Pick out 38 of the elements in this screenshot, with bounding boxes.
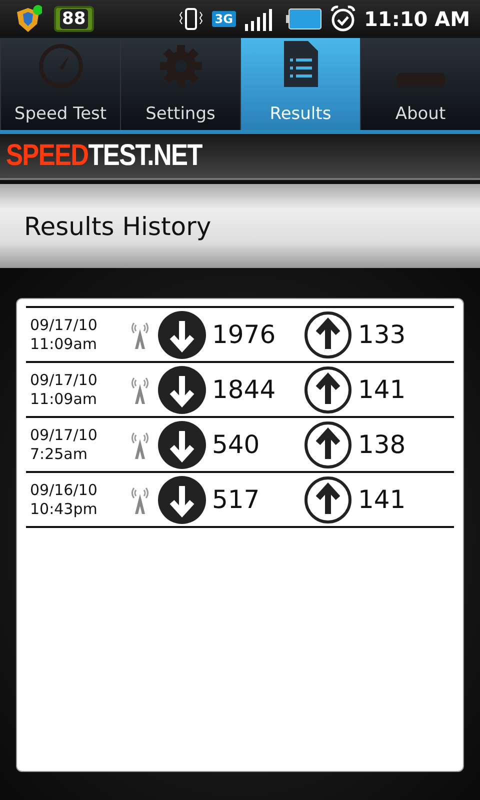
result-row[interactable]: 09/16/10 10:43pm 517 141	[26, 471, 454, 528]
upload-icon	[304, 310, 352, 358]
battery-icon	[286, 8, 322, 30]
section-title: Results History	[24, 212, 212, 240]
download-speed: 517	[212, 485, 261, 514]
upload-icon	[304, 420, 352, 468]
date-time: 09/17/10 7:25am	[29, 426, 98, 464]
result-row[interactable]: 09/17/10 11:09am 1844 141	[26, 361, 454, 416]
upload-speed: 133	[358, 320, 407, 349]
download-speed: 1976	[212, 320, 277, 349]
result-row[interactable]: 09/17/10 7:25am 540 138	[26, 416, 454, 471]
upload-speed: 141	[358, 375, 407, 404]
date-time: 09/17/10 11:09am	[29, 370, 98, 408]
upload-speed: 138	[358, 430, 407, 459]
upload-icon	[304, 366, 352, 414]
tab[interactable]: Settings	[120, 38, 240, 130]
network-type-indicator: 3G	[212, 11, 236, 27]
download-speed: 540	[212, 430, 261, 459]
brand-logo: SPEEDTEST.NET	[6, 139, 202, 173]
date-time: 09/17/10 11:09am	[29, 316, 98, 354]
app-badge[interactable]: 88	[54, 6, 94, 32]
vibrate-icon	[178, 6, 204, 32]
tab[interactable]: Speed Test	[0, 38, 120, 130]
download-icon	[158, 476, 206, 524]
upload-speed: 141	[358, 485, 407, 514]
download-speed: 1844	[212, 375, 277, 404]
alarm-clock-icon	[330, 5, 356, 33]
upload-icon	[304, 476, 352, 524]
tab[interactable]: About	[360, 38, 480, 130]
shield-icon[interactable]	[14, 4, 42, 34]
gauge-icon	[36, 42, 84, 90]
clock-time: 11:10 AM	[364, 7, 470, 31]
tab[interactable]: Results	[240, 38, 360, 130]
result-row[interactable]: 09/17/10 11:09am 1976 133	[26, 306, 454, 361]
date-time: 09/16/10 10:43pm	[29, 480, 98, 518]
download-icon	[158, 420, 206, 468]
download-icon	[158, 310, 206, 358]
download-icon	[158, 366, 206, 414]
